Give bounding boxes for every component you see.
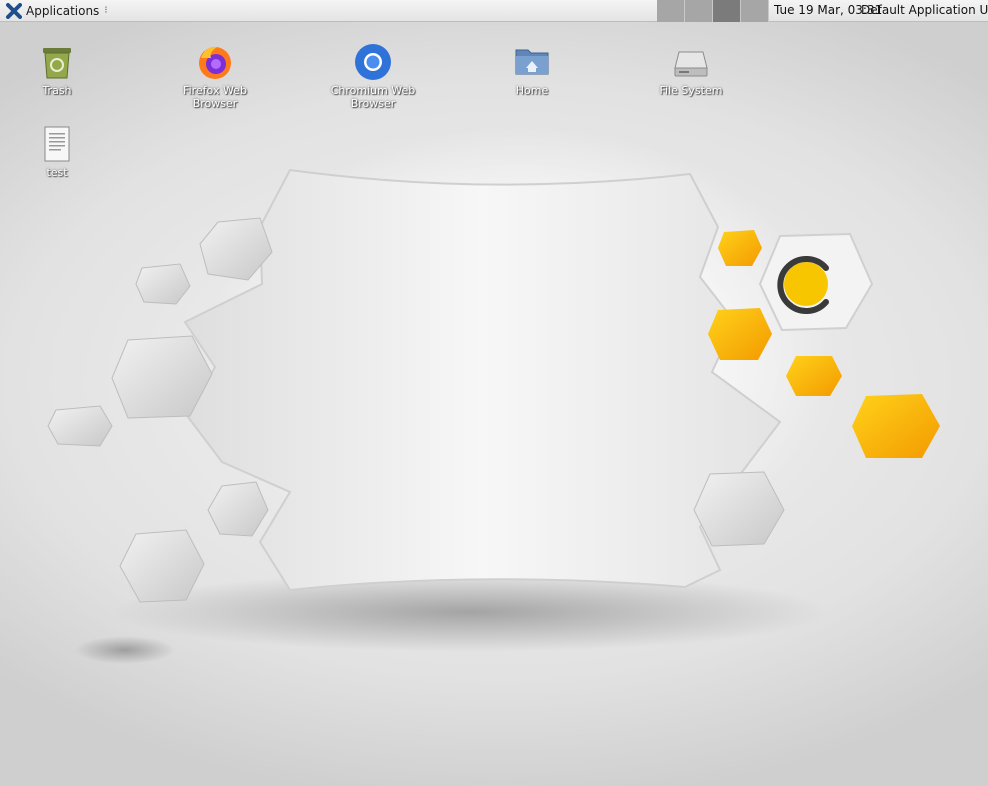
panel-handle-icon: ⁝ bbox=[104, 5, 107, 16]
desktop-icon-label: Chromium Web Browser bbox=[330, 84, 416, 110]
desktop-icon-firefox[interactable]: Firefox Web Browser bbox=[160, 42, 270, 110]
firefox-icon bbox=[199, 46, 231, 79]
desktop[interactable]: Trash Firefox Web Browser Chromium Web B… bbox=[0, 22, 988, 786]
desktop-icon-label: test bbox=[46, 166, 68, 179]
workspace-switcher bbox=[657, 0, 769, 22]
workspace-1[interactable] bbox=[657, 0, 685, 22]
desktop-wallpaper bbox=[47, 168, 940, 664]
desktop-icon-filesystem[interactable]: File System bbox=[636, 42, 746, 97]
text-file-icon bbox=[44, 126, 70, 162]
drive-icon bbox=[674, 51, 708, 77]
desktop-icon-trash[interactable]: Trash bbox=[2, 42, 112, 97]
desktop-icon-label: File System bbox=[659, 84, 723, 97]
trash-icon bbox=[43, 48, 71, 79]
desktop-icon-label: Firefox Web Browser bbox=[183, 84, 247, 110]
panel-user-menu[interactable]: Default Application User bbox=[861, 0, 988, 21]
desktop-icon-chromium[interactable]: Chromium Web Browser bbox=[318, 42, 428, 110]
applications-menu-button[interactable]: Applications ⁝ bbox=[3, 1, 110, 20]
workspace-4[interactable] bbox=[741, 0, 769, 22]
applications-label: Applications bbox=[26, 3, 100, 18]
top-panel: Applications ⁝ Tue 19 Mar, 03:31 Default… bbox=[0, 0, 988, 22]
chromium-icon bbox=[355, 44, 391, 80]
workspace-3[interactable] bbox=[713, 0, 741, 22]
xfce-logo-icon bbox=[6, 2, 22, 19]
desktop-icon-label: Home bbox=[515, 84, 549, 97]
desktop-icon-test[interactable]: test bbox=[2, 124, 112, 179]
desktop-icon-label: Trash bbox=[42, 84, 72, 97]
desktop-icon-home[interactable]: Home bbox=[477, 42, 587, 97]
home-folder-icon bbox=[515, 49, 549, 75]
workspace-2[interactable] bbox=[685, 0, 713, 22]
